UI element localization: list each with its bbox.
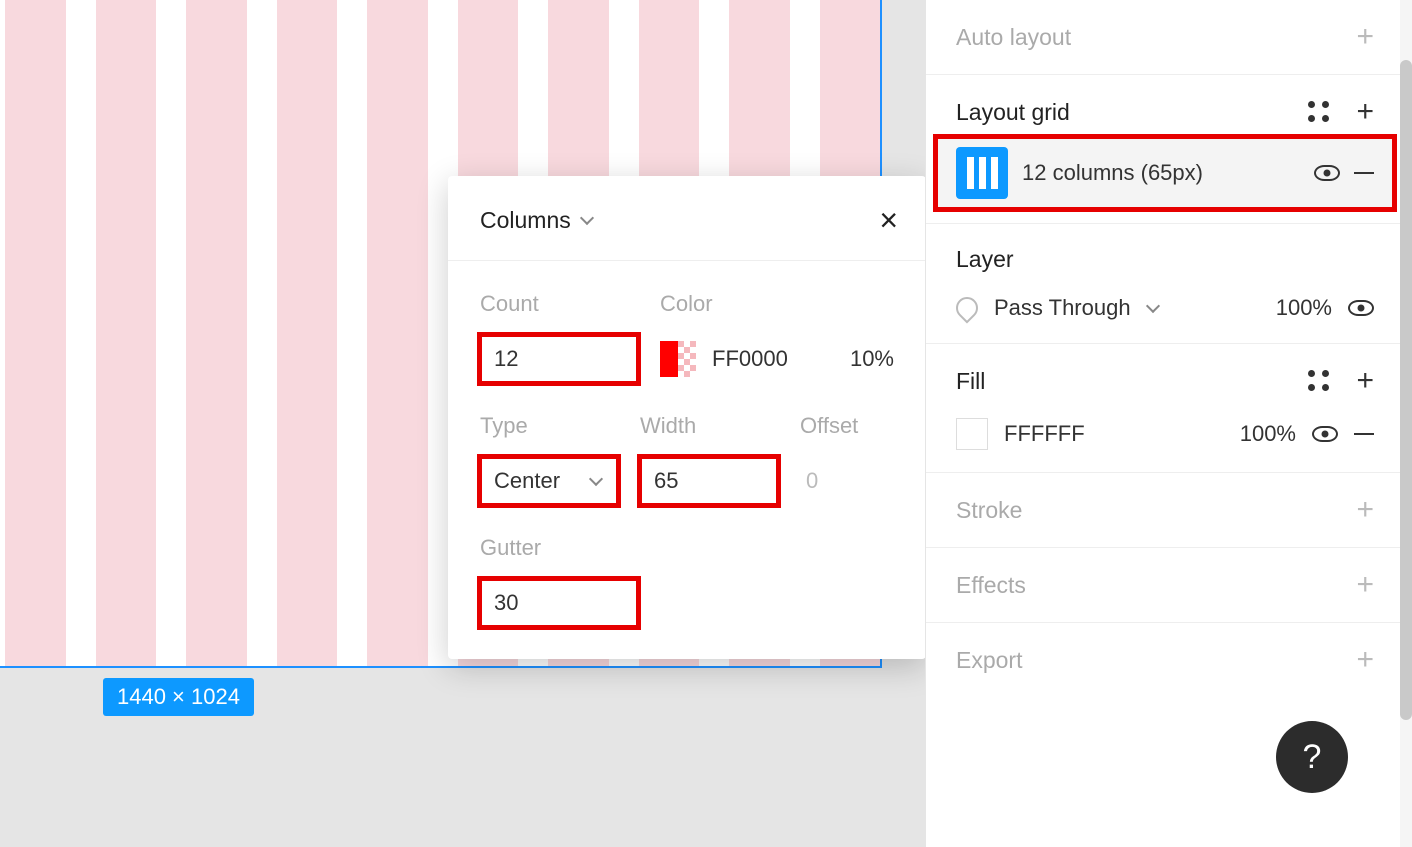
add-export-button[interactable]: + (1356, 645, 1374, 675)
fill-visibility-button[interactable] (1312, 426, 1338, 442)
add-fill-button[interactable]: + (1356, 366, 1374, 396)
type-label: Type (480, 413, 618, 439)
export-title: Export (956, 647, 1022, 674)
color-swatch[interactable] (660, 341, 696, 377)
scrollbar-track[interactable] (1400, 0, 1412, 847)
layer-visibility-button[interactable] (1348, 300, 1374, 316)
layout-grid-section: Layout grid + 12 columns (65px) (926, 75, 1404, 224)
chevron-down-icon (590, 474, 604, 488)
export-section: Export + (926, 623, 1404, 697)
fill-swatch[interactable] (956, 418, 988, 450)
fill-section: Fill + FFFFFF 100% (926, 344, 1404, 473)
remove-grid-button[interactable] (1354, 172, 1374, 175)
auto-layout-section: Auto layout + (926, 0, 1404, 75)
add-effect-button[interactable]: + (1356, 570, 1374, 600)
offset-input: 0 (800, 457, 920, 505)
chevron-down-icon (1147, 301, 1161, 315)
grid-row-label: 12 columns (65px) (1022, 160, 1300, 186)
count-label: Count (480, 291, 638, 317)
scrollbar-thumb[interactable] (1400, 60, 1412, 720)
grid-styles-button[interactable] (1308, 101, 1330, 123)
layer-title: Layer (956, 246, 1014, 273)
blend-mode-dropdown[interactable]: Pass Through (994, 295, 1131, 321)
fill-hex-input[interactable]: FFFFFF (1004, 421, 1085, 447)
properties-sidebar: Auto layout + Layout grid + 12 columns (… (925, 0, 1404, 847)
width-label: Width (640, 413, 778, 439)
add-auto-layout-button[interactable]: + (1356, 22, 1374, 52)
grid-type-dropdown[interactable]: Columns (480, 207, 595, 234)
chevron-down-icon (581, 213, 595, 227)
effects-title: Effects (956, 572, 1026, 599)
columns-grid-icon (956, 147, 1008, 199)
close-button[interactable]: × (879, 204, 898, 236)
gutter-input[interactable]: 30 (480, 579, 638, 627)
type-dropdown[interactable]: Center (480, 457, 618, 505)
layout-grid-title: Layout grid (956, 99, 1070, 126)
color-opacity-input[interactable]: 10% (850, 346, 894, 372)
auto-layout-title: Auto layout (956, 24, 1071, 51)
remove-fill-button[interactable] (1354, 433, 1374, 436)
fill-opacity-input[interactable]: 100% (1240, 421, 1296, 447)
add-stroke-button[interactable]: + (1356, 495, 1374, 525)
color-hex-input[interactable]: FF0000 (712, 346, 788, 372)
layout-grid-settings-popup: Columns × Count 12 Color FF0000 10% (448, 176, 926, 659)
gutter-label: Gutter (480, 535, 638, 561)
popup-title-text: Columns (480, 207, 571, 234)
width-input[interactable]: 65 (640, 457, 778, 505)
stroke-title: Stroke (956, 497, 1022, 524)
toggle-grid-visibility-button[interactable] (1314, 165, 1340, 181)
layout-grid-row[interactable]: 12 columns (65px) (936, 137, 1394, 209)
offset-label: Offset (800, 413, 920, 439)
layer-section: Layer Pass Through 100% (926, 224, 1404, 344)
effects-section: Effects + (926, 548, 1404, 623)
fill-title: Fill (956, 368, 985, 395)
layer-opacity-input[interactable]: 100% (1276, 295, 1332, 321)
blend-mode-icon (951, 292, 982, 323)
stroke-section: Stroke + (926, 473, 1404, 548)
help-button[interactable]: ? (1276, 721, 1348, 793)
fill-styles-button[interactable] (1308, 370, 1330, 392)
add-grid-button[interactable]: + (1356, 97, 1374, 127)
count-input[interactable]: 12 (480, 335, 638, 383)
frame-dimensions-badge: 1440 × 1024 (103, 678, 254, 716)
color-label: Color (660, 291, 894, 317)
